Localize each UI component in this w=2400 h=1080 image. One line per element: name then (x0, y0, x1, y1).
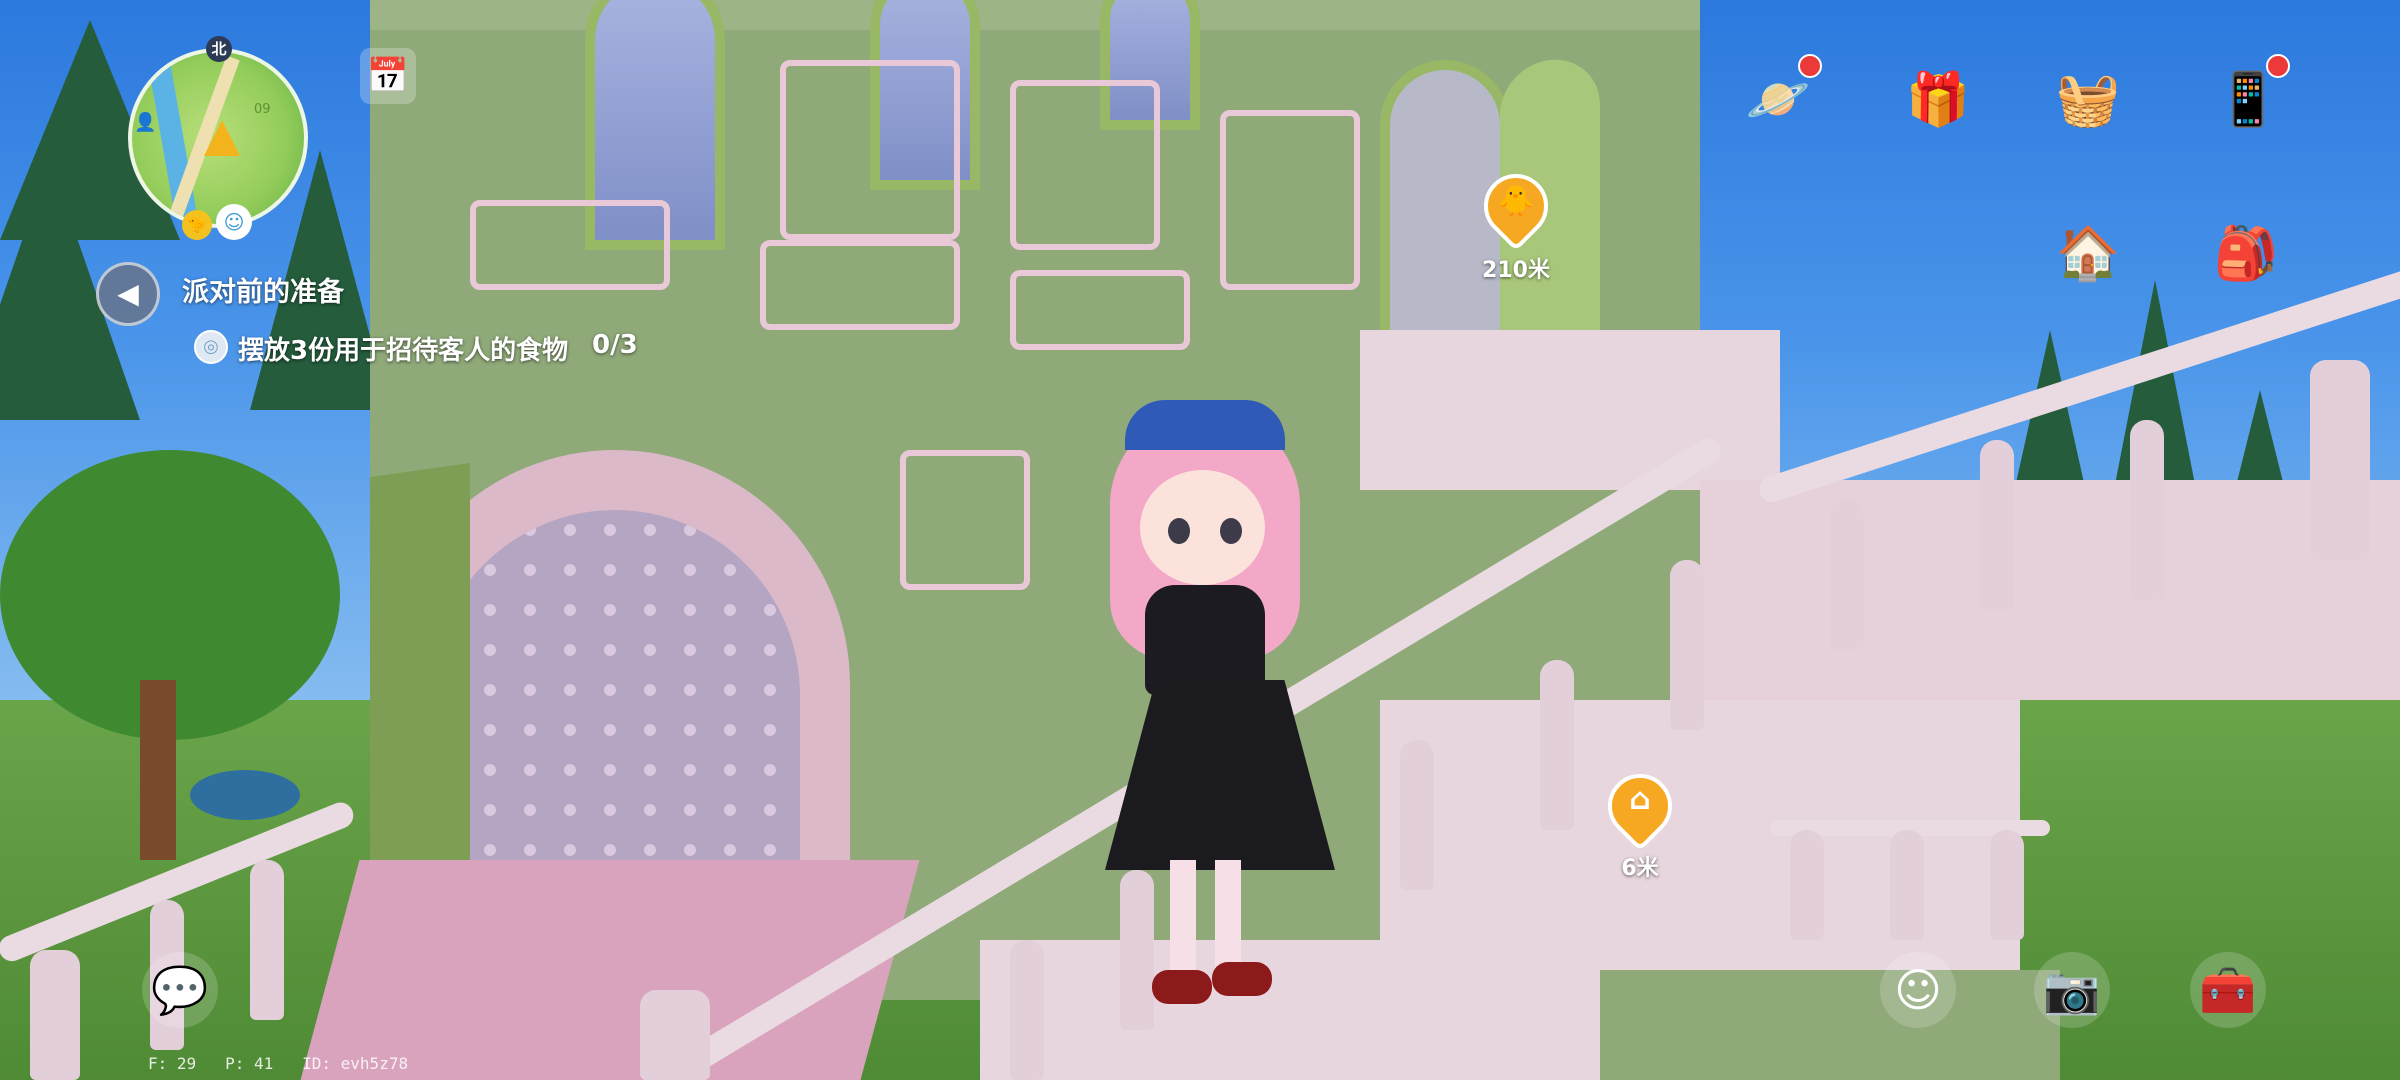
tree-trunk (140, 680, 176, 860)
baluster (1890, 830, 1924, 940)
character-face (1140, 470, 1265, 585)
minimap[interactable]: 09 (128, 48, 308, 228)
wall-panel (1010, 80, 1160, 250)
baluster (1400, 740, 1434, 890)
blue-flower-bush (190, 770, 300, 820)
wall-panel (1220, 110, 1360, 290)
person-icon: 👤 (134, 112, 157, 133)
debug-info: F: 29 P: 41 ID: evh5z78 (148, 1054, 409, 1073)
wall-panel (760, 240, 960, 330)
baluster (2310, 360, 2370, 560)
baluster (1120, 870, 1154, 1030)
character-eye (1168, 518, 1190, 544)
baluster (1670, 560, 1704, 730)
north-indicator: 北 (206, 36, 232, 62)
minimap-number: 09 (254, 102, 271, 117)
character-shoe (1152, 970, 1212, 1004)
calendar-icon[interactable]: 📅 (360, 48, 416, 104)
wall-panel (780, 60, 960, 240)
house-build-icon[interactable]: 🏠 (2040, 206, 2136, 302)
house-cornice (370, 0, 1700, 30)
notification-dot (2266, 54, 2290, 78)
baluster (1980, 440, 2014, 610)
gift-house-icon[interactable]: 🎁 (1890, 52, 1986, 148)
wall-panel (1010, 270, 1190, 350)
character-headdress (1125, 400, 1285, 450)
baluster (1540, 660, 1574, 830)
baluster (1790, 830, 1824, 940)
companion-icon: ☺ (216, 204, 252, 240)
chat-icon[interactable]: 💬 (142, 952, 218, 1028)
basket-icon[interactable]: 🧺 (2040, 52, 2136, 148)
notification-dot (1798, 54, 1822, 78)
home-icon: ⌂ (1629, 782, 1651, 817)
quest-collapse-button[interactable]: ◀ (96, 262, 160, 326)
character-leg (1170, 860, 1196, 980)
chick-icon: 🐤 (182, 210, 212, 240)
backpack-icon[interactable]: 🎒 (2198, 206, 2294, 302)
wall-panel (900, 450, 1030, 590)
character-dress-top (1145, 585, 1265, 695)
baluster (2130, 420, 2164, 600)
marker-distance: 210米 (1482, 258, 1550, 283)
quest-progress: 0/3 (592, 330, 638, 360)
baluster (1830, 500, 1864, 650)
chick-icon: 🐥 (1497, 184, 1535, 219)
wall-panel (470, 200, 670, 290)
character-eye (1220, 518, 1242, 544)
toolbox-icon[interactable]: 🧰 (2190, 952, 2266, 1028)
upper-landing (1360, 330, 1780, 490)
stair-base (1600, 970, 2060, 1080)
quest-title[interactable]: 派对前的准备 (182, 270, 344, 309)
game-scene (0, 0, 2400, 1080)
quest-task[interactable]: 摆放3份用于招待客人的食物 (238, 330, 568, 367)
food-plate-icon: ◎ (194, 330, 228, 364)
baluster (30, 950, 80, 1080)
baluster (1010, 940, 1044, 1080)
terrace (1700, 480, 2400, 700)
baluster (640, 990, 710, 1080)
player-arrow-icon (204, 120, 240, 156)
baluster (250, 860, 284, 1020)
marker-distance: 6米 (1621, 856, 1659, 881)
baluster (1990, 830, 2024, 940)
character-shoe (1212, 962, 1272, 996)
camera-icon[interactable]: 📷 (2034, 952, 2110, 1028)
emote-icon[interactable]: ☺ (1880, 952, 1956, 1028)
